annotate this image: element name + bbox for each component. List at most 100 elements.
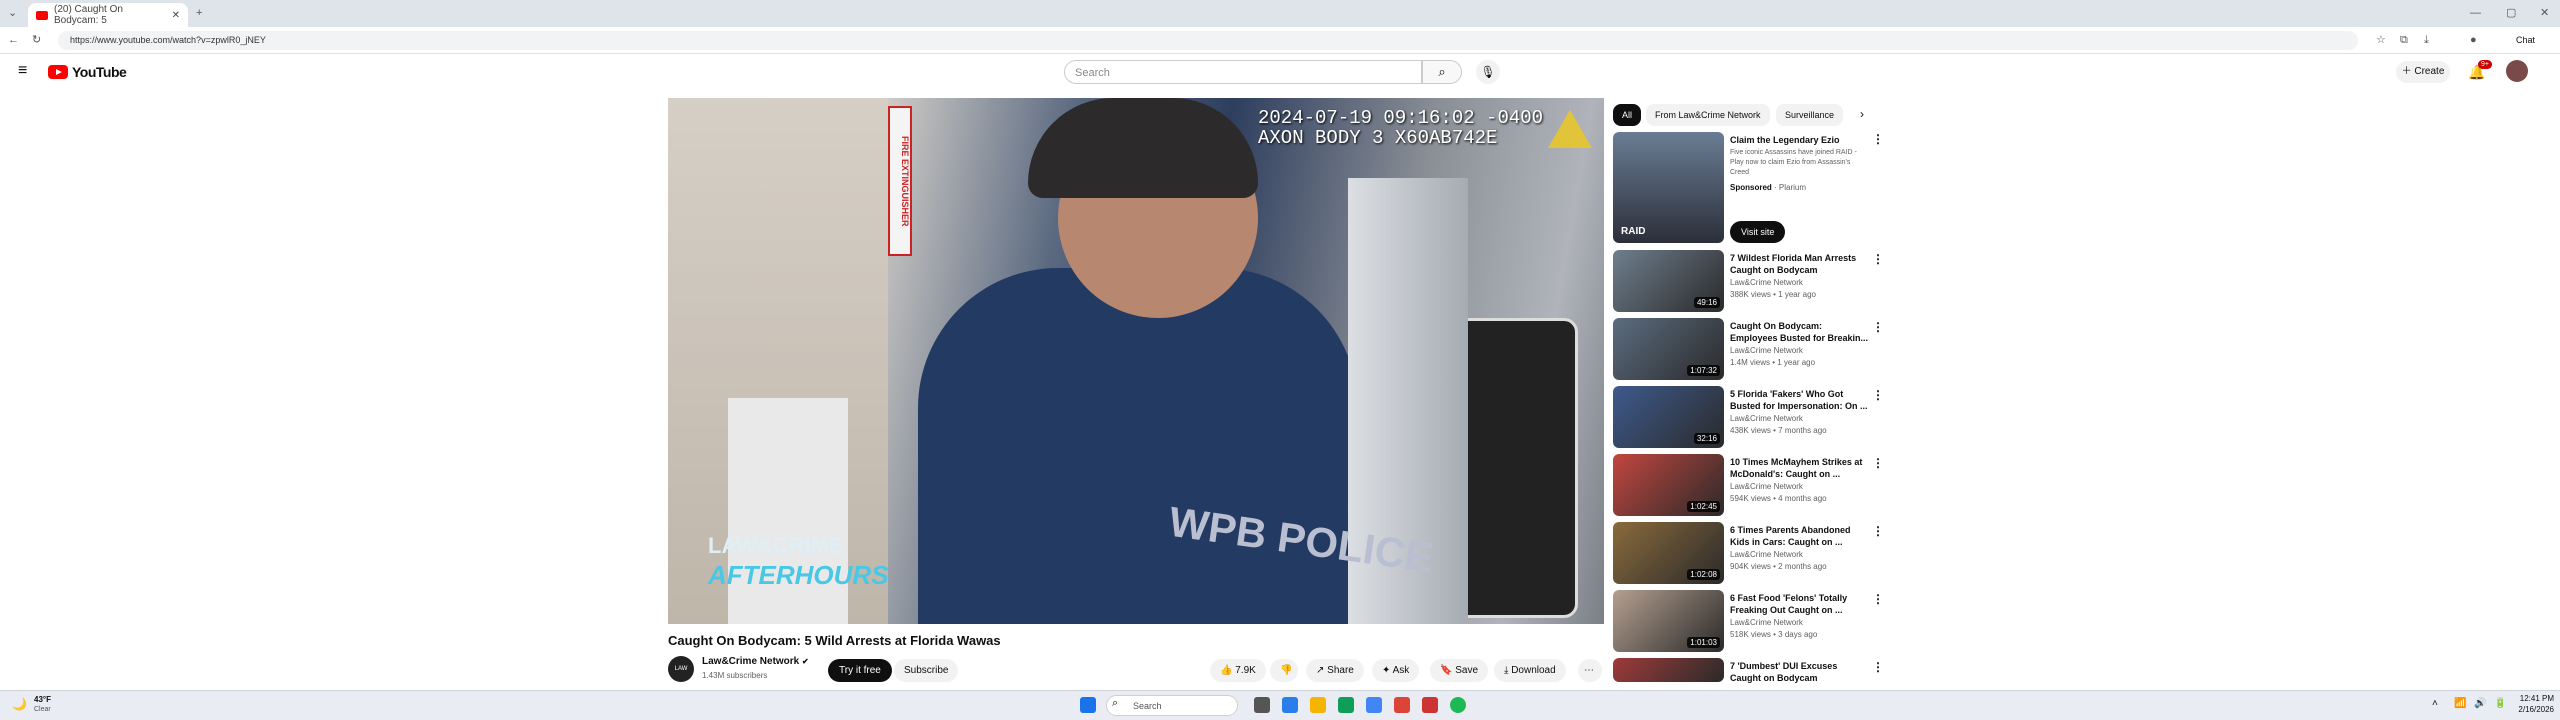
taskbar-search[interactable]: Search (1106, 695, 1238, 716)
ask-button[interactable]: ✦ Ask (1372, 659, 1420, 682)
video-title-link[interactable]: 7 'Dumbest' DUI Excuses Caught on Bodyca… (1730, 660, 1870, 684)
video-title-link[interactable]: Caught On Bodycam: Employees Busted for … (1730, 320, 1870, 344)
tab-list-icon[interactable]: ⌄ (8, 6, 17, 20)
youtube-app-icon[interactable] (1422, 697, 1438, 713)
url-field[interactable]: https://www.youtube.com/watch?v=zpwlR0_j… (58, 31, 2358, 50)
more-vert-icon[interactable]: ⋮ (1872, 524, 1884, 538)
more-actions-button[interactable]: ⋯ (1578, 659, 1602, 682)
subscribe-button[interactable]: Subscribe (894, 659, 959, 682)
browser-tab[interactable]: (20) Caught On Bodycam: 5 ✕ (28, 3, 188, 27)
video-thumbnail[interactable] (1613, 658, 1724, 682)
close-tab-icon[interactable]: ✕ (172, 10, 180, 21)
verified-icon: ✔ (802, 657, 809, 666)
youtube-logo[interactable]: YouTube (48, 64, 127, 80)
extensions-icon[interactable]: ⧉ (2400, 33, 2408, 47)
close-window-icon[interactable]: ✕ (2540, 6, 2549, 20)
outlook-icon[interactable] (1366, 697, 1382, 713)
menu-icon[interactable]: ≡ (18, 62, 27, 80)
advertiser-name: Plarium (1778, 183, 1807, 192)
duration-badge: 1:02:08 (1687, 569, 1720, 580)
video-timestamp: 2024-07-19 09:16:02 -0400 AXON BODY 3 X6… (1258, 108, 1543, 148)
profile-icon[interactable]: ● (2470, 33, 2477, 47)
video-thumbnail[interactable]: 1:02:08 (1613, 522, 1724, 584)
more-vert-icon[interactable]: ⋮ (1872, 660, 1884, 674)
video-thumbnail[interactable]: 1:07:32 (1613, 318, 1724, 380)
video-title-link[interactable]: 6 Fast Food 'Felons' Totally Freaking Ou… (1730, 592, 1870, 616)
video-thumbnail[interactable]: 49:16 (1613, 250, 1724, 312)
more-vert-icon[interactable]: ⋮ (1872, 592, 1884, 606)
tray-chevron-icon[interactable]: ˄ (2432, 698, 2438, 709)
sponsored-label: Sponsored (1730, 183, 1772, 192)
reload-icon[interactable]: ↻ (32, 33, 41, 47)
sponsored-thumbnail[interactable]: RAID (1613, 132, 1724, 243)
chat-button[interactable]: Chat (2516, 35, 2535, 45)
download-icon[interactable]: ⤓ (2424, 33, 2429, 47)
video-thumbnail[interactable]: 1:01:03 (1613, 590, 1724, 652)
video-channel[interactable]: Law&Crime Network (1730, 278, 1803, 287)
video-player[interactable]: FIRE EXTINGUISHER WPB POLICE 2024-07-19 … (668, 98, 1604, 624)
timestamp-line1: 2024-07-19 09:16:02 -0400 (1258, 107, 1544, 129)
video-thumbnail[interactable]: 1:02:45 (1613, 454, 1724, 516)
weather-temp[interactable]: 43°F (34, 695, 51, 704)
start-icon[interactable] (1080, 697, 1096, 713)
sponsored-meta: Sponsored · Plarium (1730, 183, 1807, 192)
video-officer-body (918, 268, 1358, 624)
search-button[interactable]: ⌕ (1422, 60, 1462, 84)
subscriber-count: 1.43M subscribers (702, 671, 768, 680)
clock-time[interactable]: 12:41 PM (2514, 694, 2554, 703)
visit-site-button[interactable]: Visit site (1730, 221, 1786, 243)
back-icon[interactable]: ← (8, 33, 19, 47)
search-input[interactable]: Search (1064, 60, 1422, 84)
copilot-icon[interactable] (1282, 697, 1298, 713)
like-button[interactable]: 👍 7.9K (1210, 659, 1266, 682)
sponsored-title[interactable]: Claim the Legendary Ezio (1730, 134, 1870, 146)
channel-name[interactable]: Law&Crime Network ✔ (702, 656, 809, 667)
battery-icon[interactable]: 🔋 (2494, 698, 2506, 709)
video-title-link[interactable]: 6 Times Parents Abandoned Kids in Cars: … (1730, 524, 1870, 548)
channel-avatar[interactable]: LAW CRIME (668, 656, 694, 698)
download-button[interactable]: ⤓ Download (1494, 659, 1566, 682)
video-channel[interactable]: Law&Crime Network (1730, 550, 1803, 559)
more-vert-icon[interactable]: ⋮ (1872, 456, 1884, 470)
video-sign: FIRE EXTINGUISHER (888, 106, 912, 256)
try-free-button[interactable]: Try it free (828, 659, 892, 682)
volume-icon[interactable]: 🔊 (2474, 698, 2486, 709)
chevron-right-icon[interactable]: › (1860, 107, 1864, 121)
weather-icon: 🌙 (12, 697, 27, 711)
avatar[interactable] (2506, 60, 2528, 82)
spotify-icon[interactable] (1450, 697, 1466, 713)
duration-badge: 1:02:45 (1687, 501, 1720, 512)
plus-icon: ＋ (2401, 66, 2412, 77)
video-title-link[interactable]: 7 Wildest Florida Man Arrests Caught on … (1730, 252, 1870, 276)
save-button[interactable]: 🔖 Save (1430, 659, 1489, 682)
video-title-link[interactable]: 10 Times McMayhem Strikes at McDonald's:… (1730, 456, 1870, 480)
wifi-icon[interactable]: 📶 (2454, 698, 2466, 709)
more-vert-icon[interactable]: ⋮ (1872, 132, 1884, 146)
chrome-icon[interactable] (1394, 697, 1410, 713)
file-explorer-icon[interactable] (1310, 697, 1326, 713)
video-channel[interactable]: Law&Crime Network (1730, 346, 1803, 355)
share-button[interactable]: ↗ Share (1306, 659, 1364, 682)
dislike-button[interactable]: 👎 (1270, 659, 1298, 682)
chip-surveillance[interactable]: Surveillance (1776, 104, 1844, 126)
maximize-icon[interactable]: ▢ (2506, 6, 2516, 20)
minimize-icon[interactable]: — (2470, 6, 2481, 20)
task-view-icon[interactable] (1254, 697, 1270, 713)
video-channel[interactable]: Law&Crime Network (1730, 414, 1803, 423)
new-tab-button[interactable]: + (196, 6, 202, 20)
edge-icon[interactable] (1338, 697, 1354, 713)
sparkle-icon: ✦ (1382, 665, 1391, 676)
video-thumbnail[interactable]: 32:16 (1613, 386, 1724, 448)
video-channel[interactable]: Law&Crime Network (1730, 618, 1803, 627)
mic-button[interactable]: 🎙 (1476, 60, 1500, 84)
chip-from-channel[interactable]: From Law&Crime Network (1646, 104, 1770, 126)
star-icon[interactable]: ☆ (2376, 33, 2386, 47)
video-title-link[interactable]: 5 Florida 'Fakers' Who Got Busted for Im… (1730, 388, 1870, 412)
create-button[interactable]: ＋ Create (2396, 61, 2450, 83)
more-vert-icon[interactable]: ⋮ (1872, 320, 1884, 334)
timestamp-line2: AXON BODY 3 X60AB742E (1258, 127, 1498, 149)
more-vert-icon[interactable]: ⋮ (1872, 388, 1884, 402)
video-channel[interactable]: Law&Crime Network (1730, 482, 1803, 491)
chip-all[interactable]: All (1613, 104, 1642, 126)
more-vert-icon[interactable]: ⋮ (1872, 252, 1884, 266)
